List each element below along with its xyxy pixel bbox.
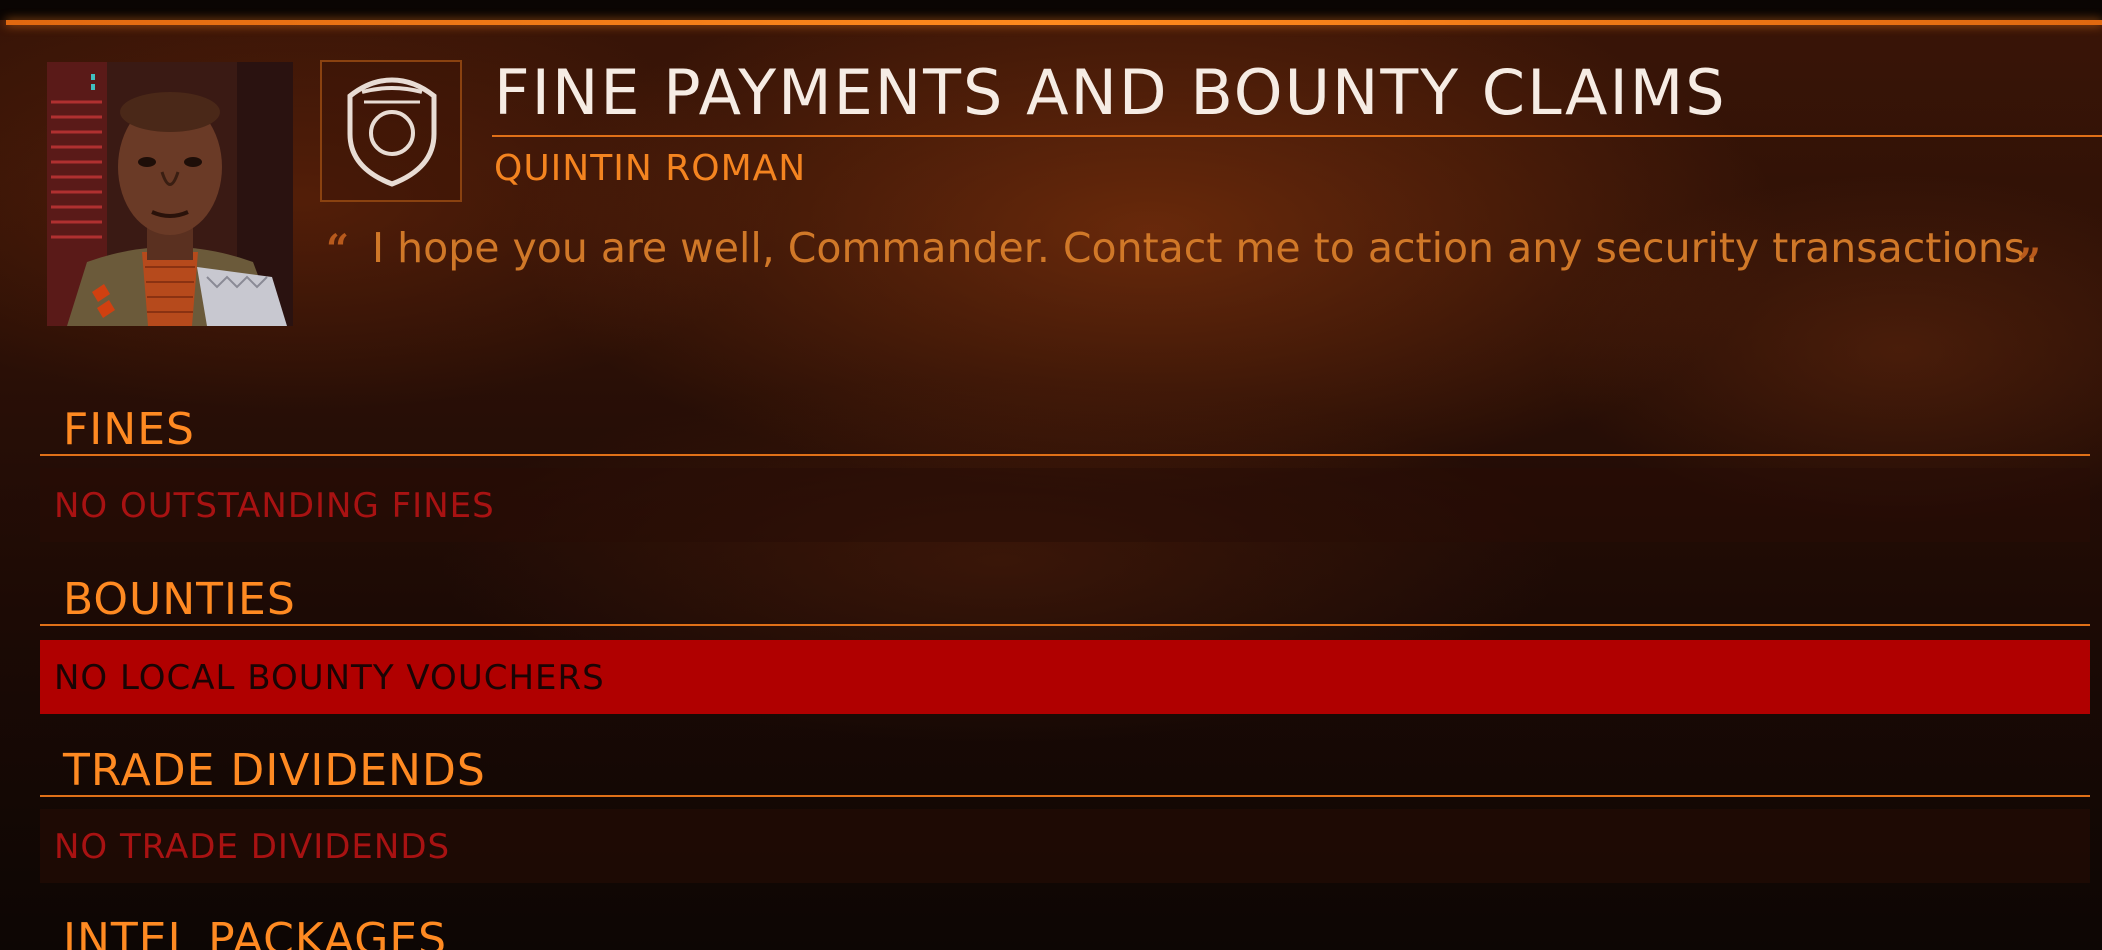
trade-dividends-row[interactable]: NO TRADE DIVIDENDS [40,809,2090,883]
security-shield-icon [347,77,437,187]
section-heading: TRADE DIVIDENDS [63,745,486,796]
section-divider [40,795,2090,797]
open-quote-icon: “ [326,226,350,273]
contact-portrait [47,62,293,326]
row-label: NO OUTSTANDING FINES [54,486,495,526]
bounties-row[interactable]: NO LOCAL BOUNTY VOUCHERS [40,640,2090,714]
top-accent-line [6,20,2102,25]
top-frame [0,0,2102,20]
contacts-panel: FINE PAYMENTS AND BOUNTY CLAIMS QUINTIN … [0,0,2102,950]
row-label: NO TRADE DIVIDENDS [54,827,451,867]
fines-row[interactable]: NO OUTSTANDING FINES [40,468,2090,542]
section-divider [40,454,2090,456]
section-heading: BOUNTIES [63,574,296,625]
page-title: FINE PAYMENTS AND BOUNTY CLAIMS [494,56,1727,129]
close-quote-icon: ” [2018,240,2042,287]
contact-quote: I hope you are well, Commander. Contact … [372,224,2039,272]
section-divider [40,624,2090,626]
row-label: NO LOCAL BOUNTY VOUCHERS [54,658,605,698]
title-divider [492,135,2102,137]
section-heading: INTEL PACKAGES [63,914,448,950]
contact-name: QUINTIN ROMAN [494,148,807,189]
faction-emblem [320,60,462,202]
section-heading: FINES [63,404,195,455]
